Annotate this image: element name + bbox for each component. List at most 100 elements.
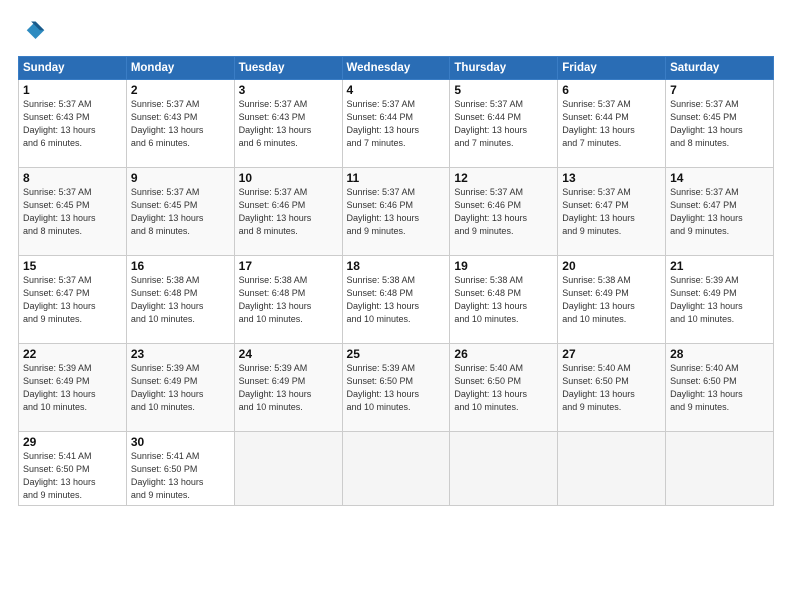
day-info: Sunrise: 5:37 AM Sunset: 6:44 PM Dayligh…: [562, 98, 661, 150]
day-number: 16: [131, 259, 230, 273]
calendar-cell: 23Sunrise: 5:39 AM Sunset: 6:49 PM Dayli…: [126, 344, 234, 432]
day-number: 2: [131, 83, 230, 97]
calendar-cell: 6Sunrise: 5:37 AM Sunset: 6:44 PM Daylig…: [558, 80, 666, 168]
day-info: Sunrise: 5:41 AM Sunset: 6:50 PM Dayligh…: [131, 450, 230, 502]
page: SundayMondayTuesdayWednesdayThursdayFrid…: [0, 0, 792, 612]
calendar-cell: 8Sunrise: 5:37 AM Sunset: 6:45 PM Daylig…: [19, 168, 127, 256]
day-info: Sunrise: 5:37 AM Sunset: 6:43 PM Dayligh…: [23, 98, 122, 150]
calendar-cell: 9Sunrise: 5:37 AM Sunset: 6:45 PM Daylig…: [126, 168, 234, 256]
day-info: Sunrise: 5:38 AM Sunset: 6:48 PM Dayligh…: [131, 274, 230, 326]
calendar-cell: 2Sunrise: 5:37 AM Sunset: 6:43 PM Daylig…: [126, 80, 234, 168]
logo: [18, 18, 50, 46]
weekday-header-saturday: Saturday: [666, 57, 774, 80]
weekday-header-friday: Friday: [558, 57, 666, 80]
calendar-cell: 29Sunrise: 5:41 AM Sunset: 6:50 PM Dayli…: [19, 432, 127, 506]
day-info: Sunrise: 5:38 AM Sunset: 6:48 PM Dayligh…: [454, 274, 553, 326]
day-info: Sunrise: 5:37 AM Sunset: 6:47 PM Dayligh…: [562, 186, 661, 238]
day-info: Sunrise: 5:39 AM Sunset: 6:49 PM Dayligh…: [23, 362, 122, 414]
calendar-cell: 5Sunrise: 5:37 AM Sunset: 6:44 PM Daylig…: [450, 80, 558, 168]
day-info: Sunrise: 5:37 AM Sunset: 6:43 PM Dayligh…: [239, 98, 338, 150]
calendar-cell: 17Sunrise: 5:38 AM Sunset: 6:48 PM Dayli…: [234, 256, 342, 344]
day-info: Sunrise: 5:37 AM Sunset: 6:45 PM Dayligh…: [670, 98, 769, 150]
day-info: Sunrise: 5:37 AM Sunset: 6:44 PM Dayligh…: [347, 98, 446, 150]
calendar-cell: [558, 432, 666, 506]
weekday-header-thursday: Thursday: [450, 57, 558, 80]
day-info: Sunrise: 5:37 AM Sunset: 6:47 PM Dayligh…: [23, 274, 122, 326]
calendar-cell: 15Sunrise: 5:37 AM Sunset: 6:47 PM Dayli…: [19, 256, 127, 344]
day-number: 10: [239, 171, 338, 185]
calendar-cell: 26Sunrise: 5:40 AM Sunset: 6:50 PM Dayli…: [450, 344, 558, 432]
day-number: 6: [562, 83, 661, 97]
weekday-header-sunday: Sunday: [19, 57, 127, 80]
day-number: 20: [562, 259, 661, 273]
calendar-cell: 18Sunrise: 5:38 AM Sunset: 6:48 PM Dayli…: [342, 256, 450, 344]
day-number: 7: [670, 83, 769, 97]
calendar-cell: 20Sunrise: 5:38 AM Sunset: 6:49 PM Dayli…: [558, 256, 666, 344]
calendar-cell: 11Sunrise: 5:37 AM Sunset: 6:46 PM Dayli…: [342, 168, 450, 256]
day-number: 24: [239, 347, 338, 361]
day-info: Sunrise: 5:38 AM Sunset: 6:48 PM Dayligh…: [239, 274, 338, 326]
day-number: 4: [347, 83, 446, 97]
calendar-cell: [450, 432, 558, 506]
day-number: 27: [562, 347, 661, 361]
calendar-cell: 28Sunrise: 5:40 AM Sunset: 6:50 PM Dayli…: [666, 344, 774, 432]
day-info: Sunrise: 5:40 AM Sunset: 6:50 PM Dayligh…: [454, 362, 553, 414]
calendar-cell: 30Sunrise: 5:41 AM Sunset: 6:50 PM Dayli…: [126, 432, 234, 506]
day-info: Sunrise: 5:37 AM Sunset: 6:46 PM Dayligh…: [454, 186, 553, 238]
day-number: 19: [454, 259, 553, 273]
day-number: 5: [454, 83, 553, 97]
day-info: Sunrise: 5:39 AM Sunset: 6:50 PM Dayligh…: [347, 362, 446, 414]
day-info: Sunrise: 5:37 AM Sunset: 6:44 PM Dayligh…: [454, 98, 553, 150]
day-info: Sunrise: 5:40 AM Sunset: 6:50 PM Dayligh…: [562, 362, 661, 414]
day-info: Sunrise: 5:39 AM Sunset: 6:49 PM Dayligh…: [239, 362, 338, 414]
calendar-header-row: SundayMondayTuesdayWednesdayThursdayFrid…: [19, 57, 774, 80]
calendar-cell: [234, 432, 342, 506]
day-number: 21: [670, 259, 769, 273]
day-number: 25: [347, 347, 446, 361]
day-info: Sunrise: 5:37 AM Sunset: 6:43 PM Dayligh…: [131, 98, 230, 150]
day-number: 14: [670, 171, 769, 185]
day-info: Sunrise: 5:37 AM Sunset: 6:46 PM Dayligh…: [347, 186, 446, 238]
day-info: Sunrise: 5:37 AM Sunset: 6:45 PM Dayligh…: [23, 186, 122, 238]
day-number: 15: [23, 259, 122, 273]
day-number: 18: [347, 259, 446, 273]
calendar-cell: 22Sunrise: 5:39 AM Sunset: 6:49 PM Dayli…: [19, 344, 127, 432]
day-number: 28: [670, 347, 769, 361]
calendar-cell: 16Sunrise: 5:38 AM Sunset: 6:48 PM Dayli…: [126, 256, 234, 344]
day-info: Sunrise: 5:38 AM Sunset: 6:48 PM Dayligh…: [347, 274, 446, 326]
day-number: 17: [239, 259, 338, 273]
day-info: Sunrise: 5:38 AM Sunset: 6:49 PM Dayligh…: [562, 274, 661, 326]
calendar-week-row: 8Sunrise: 5:37 AM Sunset: 6:45 PM Daylig…: [19, 168, 774, 256]
calendar-cell: 19Sunrise: 5:38 AM Sunset: 6:48 PM Dayli…: [450, 256, 558, 344]
day-info: Sunrise: 5:37 AM Sunset: 6:46 PM Dayligh…: [239, 186, 338, 238]
calendar-cell: 13Sunrise: 5:37 AM Sunset: 6:47 PM Dayli…: [558, 168, 666, 256]
calendar-cell: 10Sunrise: 5:37 AM Sunset: 6:46 PM Dayli…: [234, 168, 342, 256]
day-number: 3: [239, 83, 338, 97]
day-info: Sunrise: 5:37 AM Sunset: 6:45 PM Dayligh…: [131, 186, 230, 238]
calendar-cell: [342, 432, 450, 506]
calendar-cell: 21Sunrise: 5:39 AM Sunset: 6:49 PM Dayli…: [666, 256, 774, 344]
calendar-week-row: 1Sunrise: 5:37 AM Sunset: 6:43 PM Daylig…: [19, 80, 774, 168]
calendar-cell: [666, 432, 774, 506]
weekday-header-tuesday: Tuesday: [234, 57, 342, 80]
day-number: 9: [131, 171, 230, 185]
day-number: 30: [131, 435, 230, 449]
day-number: 13: [562, 171, 661, 185]
logo-icon: [18, 18, 46, 46]
day-number: 8: [23, 171, 122, 185]
calendar-cell: 27Sunrise: 5:40 AM Sunset: 6:50 PM Dayli…: [558, 344, 666, 432]
calendar-cell: 3Sunrise: 5:37 AM Sunset: 6:43 PM Daylig…: [234, 80, 342, 168]
day-info: Sunrise: 5:41 AM Sunset: 6:50 PM Dayligh…: [23, 450, 122, 502]
day-number: 22: [23, 347, 122, 361]
day-info: Sunrise: 5:37 AM Sunset: 6:47 PM Dayligh…: [670, 186, 769, 238]
calendar-week-row: 29Sunrise: 5:41 AM Sunset: 6:50 PM Dayli…: [19, 432, 774, 506]
calendar-week-row: 22Sunrise: 5:39 AM Sunset: 6:49 PM Dayli…: [19, 344, 774, 432]
day-info: Sunrise: 5:39 AM Sunset: 6:49 PM Dayligh…: [131, 362, 230, 414]
calendar-cell: 14Sunrise: 5:37 AM Sunset: 6:47 PM Dayli…: [666, 168, 774, 256]
day-number: 11: [347, 171, 446, 185]
weekday-header-monday: Monday: [126, 57, 234, 80]
calendar-cell: 25Sunrise: 5:39 AM Sunset: 6:50 PM Dayli…: [342, 344, 450, 432]
calendar-cell: 7Sunrise: 5:37 AM Sunset: 6:45 PM Daylig…: [666, 80, 774, 168]
day-number: 26: [454, 347, 553, 361]
calendar-cell: 1Sunrise: 5:37 AM Sunset: 6:43 PM Daylig…: [19, 80, 127, 168]
